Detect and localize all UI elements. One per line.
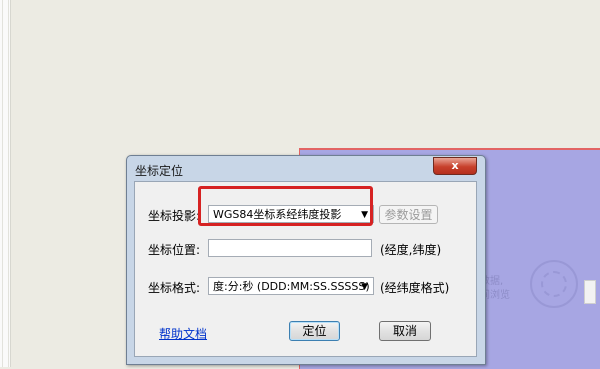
help-docs-link[interactable]: 帮助文档 <box>159 325 207 342</box>
locate-button[interactable]: 定位 <box>289 321 340 341</box>
param-settings-button[interactable]: 参数设置 <box>379 205 438 224</box>
format-value: 度:分:秒 (DDD:MM:SS.SSSSS) <box>213 280 370 293</box>
left-sidebar-strip <box>0 0 11 367</box>
projection-label: 坐标投影: <box>148 209 201 223</box>
close-button[interactable]: x <box>433 157 477 175</box>
dropdown-arrow-icon: ▼ <box>361 282 368 292</box>
format-label: 坐标格式: <box>148 281 201 295</box>
cancel-button[interactable]: 取消 <box>379 321 431 341</box>
highlight-box <box>198 186 373 226</box>
position-label: 坐标位置: <box>148 243 201 257</box>
position-hint: (经度,纬度) <box>380 243 442 257</box>
strip-divider <box>2 0 9 367</box>
position-input[interactable] <box>208 239 372 257</box>
map-logo-icon <box>530 260 578 308</box>
format-hint: (经纬度格式) <box>380 281 450 295</box>
format-select[interactable]: 度:分:秒 (DDD:MM:SS.SSSSS) ▼ <box>208 277 374 295</box>
dialog-title: 坐标定位 <box>135 164 184 178</box>
map-side-handle[interactable] <box>584 280 596 304</box>
